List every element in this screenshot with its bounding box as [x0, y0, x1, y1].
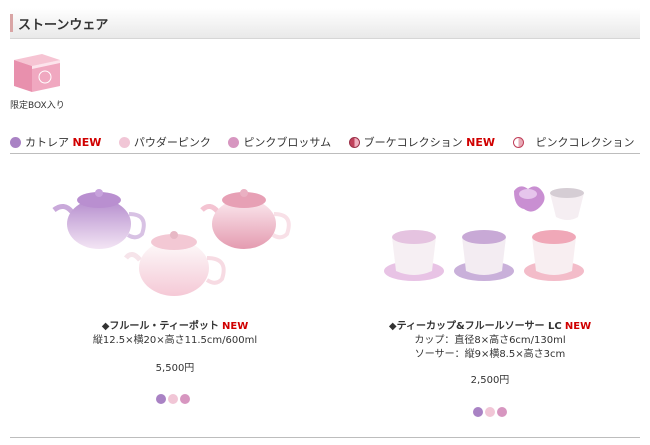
swatch-pink-blossom[interactable] [180, 394, 190, 404]
box-label: 限定BOX入り [10, 101, 65, 111]
color-item-powder-pink[interactable]: パウダーピンク [118, 134, 211, 150]
teapot-image[interactable] [44, 180, 314, 298]
divider-top [10, 153, 640, 154]
swatch-pink-blossom[interactable] [497, 407, 507, 417]
product-swatches [155, 389, 191, 408]
swatch-powder-pink[interactable] [485, 407, 495, 417]
color-dot [228, 137, 240, 148]
swatch-cattleya[interactable] [473, 407, 483, 417]
new-badge: NEW [466, 136, 495, 149]
color-item-cattleya[interactable]: カトレア NEW [10, 134, 101, 150]
product-spec: ソーサー：縦9×横8.5×高さ3cm [414, 349, 566, 360]
product-swatches [472, 402, 508, 421]
new-badge: NEW [564, 321, 592, 332]
color-label: ピンクブロッサム [243, 136, 332, 149]
new-badge: NEW [72, 136, 102, 149]
color-dot [10, 137, 21, 148]
section-header: ストーンウェア [10, 8, 640, 39]
color-item-pink-collection[interactable]: ピンクコレクション [512, 134, 635, 150]
color-item-bouquet[interactable]: ブーケコレクション NEW [348, 134, 495, 150]
new-badge: NEW [222, 321, 249, 332]
color-label: ピンクコレクション [535, 136, 635, 149]
color-label: パウダーピンク [133, 136, 211, 149]
color-dot [348, 137, 360, 148]
section-title: ストーンウェア [18, 18, 109, 33]
product-name[interactable]: ◆フルール・ティーポット [102, 321, 219, 332]
product-teacup: ◆ティーカップ&フルールソーサー LC NEW カップ：直径8×高さ6cm/13… [370, 320, 610, 388]
swatch-powder-pink[interactable] [168, 394, 178, 404]
color-item-pink-blossom[interactable]: ピンクブロッサム [228, 134, 331, 150]
color-label: ブーケコレクション [363, 136, 463, 149]
color-dot [512, 137, 524, 148]
gift-box-icon [14, 54, 60, 92]
product-spec: 縦12.5×横20×高さ11.5cm/600ml [92, 335, 258, 346]
product-spec: カップ：直径8×高さ6cm/130ml [414, 335, 566, 346]
swatch-cattleya[interactable] [156, 394, 166, 404]
teacup-image[interactable] [384, 183, 584, 291]
product-teapot: ◆フルール・ティーポット NEW 縦12.5×横20×高さ11.5cm/600m… [60, 320, 290, 376]
color-label: カトレア [25, 136, 69, 149]
product-price: 2,500円 [470, 375, 510, 386]
product-price: 5,500円 [155, 363, 195, 374]
color-dot [118, 137, 130, 148]
header-accent-bar [10, 14, 13, 32]
color-legend: カトレア NEW パウダーピンク ピンクブロッサム ブーケコレクション NEW … [10, 134, 649, 150]
product-name[interactable]: ◆ティーカップ&フルールソーサー LC [389, 321, 562, 332]
divider-bottom [10, 437, 640, 438]
